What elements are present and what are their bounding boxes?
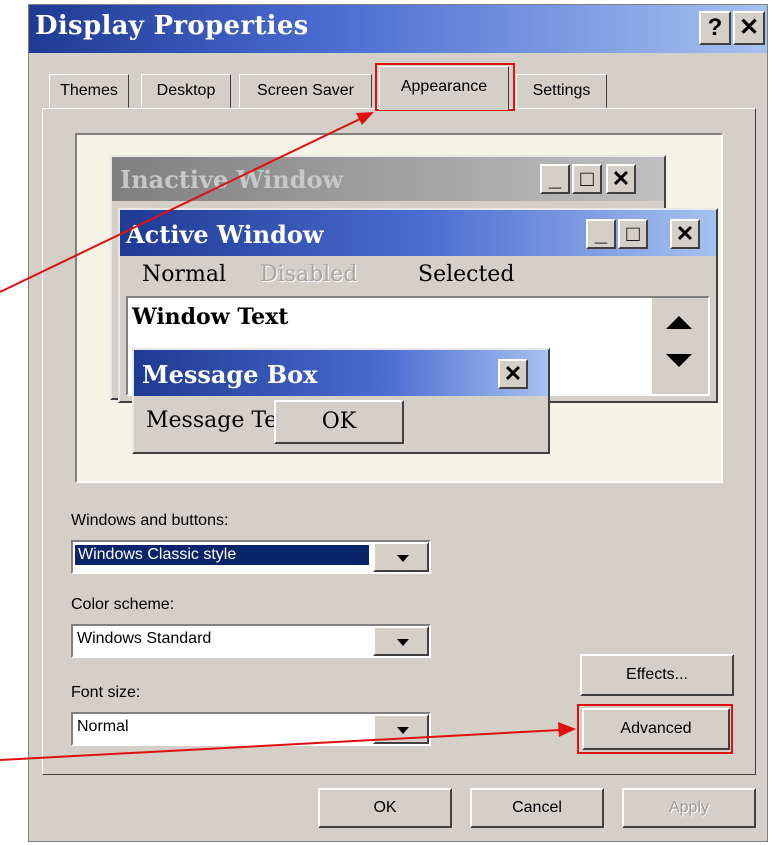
message-box-close-icon: ✕ [498,359,528,389]
apply-button[interactable]: Apply [622,788,756,828]
cancel-button[interactable]: Cancel [470,788,604,828]
menu-selected: Selected [418,262,515,287]
windows-buttons-select[interactable]: Windows Classic style [71,540,431,574]
color-scheme-value: Windows Standard [77,630,212,647]
inactive-maximize-icon: □ [572,164,602,194]
chevron-down-icon [397,639,409,646]
inactive-close-icon: ✕ [606,164,636,194]
font-size-dropdown-button[interactable] [373,714,429,744]
tab-appearance[interactable]: Appearance [379,66,509,110]
tab-settings[interactable]: Settings [516,74,607,108]
scroll-up-icon [666,316,692,329]
window-text-label: Window Text [132,304,289,330]
message-box-ok-button: OK [274,400,404,444]
tab-screen-saver[interactable]: Screen Saver [239,74,372,108]
message-box-title: Message Box [142,360,318,389]
advanced-button[interactable]: Advanced [582,708,730,750]
windows-buttons-value: Windows Classic style [75,545,369,565]
help-button[interactable]: ? [699,11,731,45]
chevron-down-icon [397,727,409,734]
menu-normal: Normal [142,262,227,287]
tab-themes[interactable]: Themes [49,74,129,108]
color-scheme-label: Color scheme: [71,596,175,613]
window-title: Display Properties [35,11,309,41]
screenshot: Display Properties ? ✕ Themes Desktop Sc… [0,0,771,845]
title-bar[interactable]: Display Properties ? ✕ [29,5,767,53]
windows-buttons-dropdown-button[interactable] [373,542,429,572]
tab-desktop[interactable]: Desktop [141,74,231,108]
ok-button[interactable]: OK [318,788,452,828]
active-maximize-icon: □ [618,219,648,249]
color-scheme-select[interactable]: Windows Standard [71,624,431,658]
menu-disabled: Disabled [260,262,358,287]
inactive-window-title: Inactive Window [120,165,344,194]
active-close-icon: ✕ [670,219,700,249]
font-size-label: Font size: [71,684,141,701]
chevron-down-icon [397,555,409,562]
close-button[interactable]: ✕ [733,11,765,45]
windows-buttons-label: Windows and buttons: [71,512,229,529]
font-size-select[interactable]: Normal [71,712,431,746]
inactive-minimize-icon: _ [540,164,570,194]
active-minimize-icon: _ [586,219,616,249]
message-text: Message Text [146,408,274,433]
scroll-down-icon [666,354,692,367]
effects-button[interactable]: Effects... [580,654,734,696]
font-size-value: Normal [77,718,129,735]
preview-message-box: Message Box ✕ Message Text OK [132,348,550,454]
active-window-title: Active Window [126,220,324,249]
preview-scrollbar [652,298,708,394]
color-scheme-dropdown-button[interactable] [373,626,429,656]
